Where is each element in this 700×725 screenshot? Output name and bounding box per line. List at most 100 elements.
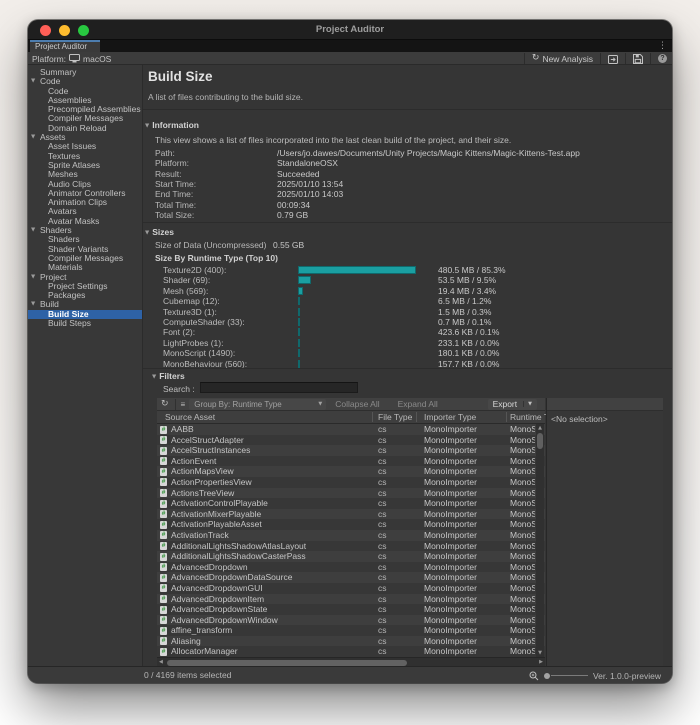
table-refresh-button[interactable]: ↻ bbox=[157, 399, 173, 409]
table-row-allocatormanager[interactable]: #AllocatorManagercsMonoImporterMonoScr bbox=[157, 646, 545, 657]
sidebar-item-compiler-messages[interactable]: Compiler Messages bbox=[28, 254, 142, 263]
zoom-slider[interactable] bbox=[544, 673, 588, 679]
new-analysis-button[interactable]: ↻ New Analysis bbox=[529, 52, 596, 65]
cell-source-asset: AdditionalLightsShadowAtlasLayout bbox=[171, 541, 306, 552]
cell-file-type: cs bbox=[378, 488, 387, 499]
size-row-value: 19.4 MB / 3.4% bbox=[438, 286, 496, 296]
table-row-activationplayableasset[interactable]: #ActivationPlayableAssetcsMonoImporterMo… bbox=[157, 519, 545, 530]
table-row-activationtrack[interactable]: #ActivationTrackcsMonoImporterMonoScr bbox=[157, 530, 545, 541]
column-divider[interactable] bbox=[372, 412, 373, 422]
cell-runtime-type: MonoScr bbox=[510, 636, 535, 647]
column-divider[interactable] bbox=[506, 412, 507, 422]
cell-source-asset: ActionEvent bbox=[171, 456, 216, 467]
tree-fold-icon[interactable]: ▼ bbox=[31, 77, 35, 86]
table-row-advanceddropdown[interactable]: #AdvancedDropdowncsMonoImporterMonoScr bbox=[157, 562, 545, 573]
expand-all-button[interactable]: Expand All bbox=[389, 399, 447, 409]
size-row-value: 233.1 KB / 0.0% bbox=[438, 338, 499, 348]
csharp-script-icon: # bbox=[160, 648, 167, 656]
table-row-actionpropertiesview[interactable]: #ActionPropertiesViewcsMonoImporterMonoS… bbox=[157, 477, 545, 488]
information-fields: Path:/Users/jo.dawes/Documents/Unity Pro… bbox=[143, 148, 672, 220]
size-row-texture2d-400-: Texture2D (400):480.5 MB / 85.3% bbox=[143, 265, 672, 275]
cell-source-asset: ActivationPlayableAsset bbox=[171, 519, 262, 530]
cell-runtime-type: MonoScr bbox=[510, 583, 535, 594]
table-row-accelstructinstances[interactable]: #AccelStructInstancescsMonoImporterMonoS… bbox=[157, 445, 545, 456]
scroll-up-icon[interactable]: ▲ bbox=[536, 425, 544, 431]
info-field-value: Succeeded bbox=[277, 169, 320, 179]
size-row-value: 0.7 MB / 0.1% bbox=[438, 317, 491, 327]
size-bar bbox=[298, 339, 300, 347]
table-row-aabb[interactable]: #AABBcsMonoImporterMonoScr bbox=[157, 424, 545, 435]
table-row-advanceddropdownitem[interactable]: #AdvancedDropdownItemcsMonoImporterMonoS… bbox=[157, 594, 545, 605]
filters-section-header[interactable]: ▼Filters bbox=[152, 371, 185, 381]
table-row-advanceddropdownwindow[interactable]: #AdvancedDropdownWindowcsMonoImporterMon… bbox=[157, 615, 545, 626]
view-options-icon[interactable]: ≡ bbox=[178, 400, 188, 409]
vertical-scroll-thumb[interactable] bbox=[537, 433, 543, 449]
scroll-down-icon[interactable]: ▼ bbox=[536, 650, 544, 656]
column-file-type[interactable]: File Type bbox=[378, 411, 412, 424]
table-row-aliasing[interactable]: #AliasingcsMonoImporterMonoScr bbox=[157, 636, 545, 647]
help-button[interactable]: ? bbox=[655, 52, 670, 65]
table-row-additionallightsshadowcasterpass[interactable]: #AdditionalLightsShadowCasterPasscsMonoI… bbox=[157, 551, 545, 562]
csharp-script-icon: # bbox=[160, 510, 167, 518]
collapse-all-button[interactable]: Collapse All bbox=[326, 399, 388, 409]
column-importer-type[interactable]: Importer Type bbox=[424, 411, 476, 424]
table-row-actionstreeview[interactable]: #ActionsTreeViewcsMonoImporterMonoScr bbox=[157, 488, 545, 499]
size-row-value: 423.6 KB / 0.1% bbox=[438, 327, 499, 337]
export-dropdown-button[interactable]: Export ▼ bbox=[488, 399, 537, 410]
info-field-value: 0.79 GB bbox=[277, 210, 308, 220]
window-titlebar[interactable]: Project Auditor bbox=[28, 20, 672, 40]
cell-file-type: cs bbox=[378, 498, 387, 509]
cell-importer-type: MonoImporter bbox=[424, 519, 477, 530]
tree-fold-icon[interactable]: ▼ bbox=[31, 300, 35, 309]
sidebar-item-shaders[interactable]: ▼Shaders bbox=[28, 226, 142, 235]
sidebar-item-animation-clips[interactable]: Animation Clips bbox=[28, 198, 142, 207]
cell-file-type: cs bbox=[378, 562, 387, 573]
column-divider[interactable] bbox=[416, 412, 417, 422]
sidebar-item-code[interactable]: ▼Code bbox=[28, 77, 142, 86]
table-row-additionallightsshadowatlaslayout[interactable]: #AdditionalLightsShadowAtlasLayoutcsMono… bbox=[157, 541, 545, 552]
group-by-dropdown[interactable]: Group By: Runtime Type ▼ bbox=[189, 399, 326, 410]
save-report-button[interactable] bbox=[630, 52, 646, 65]
tree-fold-icon[interactable]: ▼ bbox=[31, 273, 35, 282]
vertical-scrollbar[interactable]: ▲ ▼ bbox=[536, 424, 544, 657]
chevron-down-icon: ▼ bbox=[318, 401, 322, 407]
cell-importer-type: MonoImporter bbox=[424, 435, 477, 446]
cell-source-asset: AccelStructAdapter bbox=[171, 435, 244, 446]
sizes-section-header[interactable]: ▼Sizes bbox=[145, 227, 174, 237]
size-row-shader-69-: Shader (69):53.5 MB / 9.5% bbox=[143, 275, 672, 285]
info-field-label: End Time: bbox=[155, 189, 193, 199]
table-body: #AABBcsMonoImporterMonoScr#AccelStructAd… bbox=[157, 424, 545, 657]
table-row-activationcontrolplayable[interactable]: #ActivationControlPlayablecsMonoImporter… bbox=[157, 498, 545, 509]
tree-fold-icon[interactable]: ▼ bbox=[31, 133, 35, 142]
table-row-advanceddropdownstate[interactable]: #AdvancedDropdownStatecsMonoImporterMono… bbox=[157, 604, 545, 615]
horizontal-scroll-thumb[interactable] bbox=[167, 660, 407, 666]
table-row-activationmixerplayable[interactable]: #ActivationMixerPlayablecsMonoImporterMo… bbox=[157, 509, 545, 520]
table-row-affine-transform[interactable]: #affine_transformcsMonoImporterMonoScr bbox=[157, 625, 545, 636]
tab-project-auditor[interactable]: Project Auditor bbox=[30, 40, 100, 52]
information-section-header[interactable]: ▼Information bbox=[145, 120, 199, 130]
table-row-accelstructadapter[interactable]: #AccelStructAdaptercsMonoImporterMonoScr bbox=[157, 435, 545, 446]
search-input[interactable] bbox=[200, 382, 358, 393]
load-report-button[interactable] bbox=[605, 52, 621, 65]
cell-importer-type: MonoImporter bbox=[424, 541, 477, 552]
table-row-advanceddropdowndatasource[interactable]: #AdvancedDropdownDataSourcecsMonoImporte… bbox=[157, 572, 545, 583]
cell-runtime-type: MonoScr bbox=[510, 424, 535, 435]
kebab-menu-icon[interactable]: ⋮ bbox=[658, 40, 667, 52]
filters-header-label: Filters bbox=[159, 371, 185, 381]
tree-fold-icon[interactable]: ▼ bbox=[31, 226, 35, 235]
foldout-arrow-icon: ▼ bbox=[152, 374, 156, 380]
sidebar-item-sprite-atlases[interactable]: Sprite Atlases bbox=[28, 161, 142, 170]
zoom-slider-knob[interactable] bbox=[544, 673, 550, 679]
table-row-advanceddropdowngui[interactable]: #AdvancedDropdownGUIcsMonoImporterMonoSc… bbox=[157, 583, 545, 594]
horizontal-scrollbar[interactable]: ◀ ▶ bbox=[157, 657, 545, 666]
size-row-label: Texture3D (1): bbox=[163, 307, 217, 317]
column-source-asset[interactable]: Source Asset bbox=[165, 411, 215, 424]
table-row-actionevent[interactable]: #ActionEventcsMonoImporterMonoScr bbox=[157, 456, 545, 467]
cell-source-asset: AdvancedDropdownState bbox=[171, 604, 267, 615]
platform-selector[interactable]: Platform: macOS bbox=[32, 52, 111, 65]
csharp-script-icon: # bbox=[160, 521, 167, 529]
sidebar-item-build-steps[interactable]: Build Steps bbox=[28, 319, 142, 328]
csharp-script-icon: # bbox=[160, 457, 167, 465]
sidebar-item-asset-issues[interactable]: Asset Issues bbox=[28, 142, 142, 151]
table-row-actionmapsview[interactable]: #ActionMapsViewcsMonoImporterMonoScr bbox=[157, 466, 545, 477]
